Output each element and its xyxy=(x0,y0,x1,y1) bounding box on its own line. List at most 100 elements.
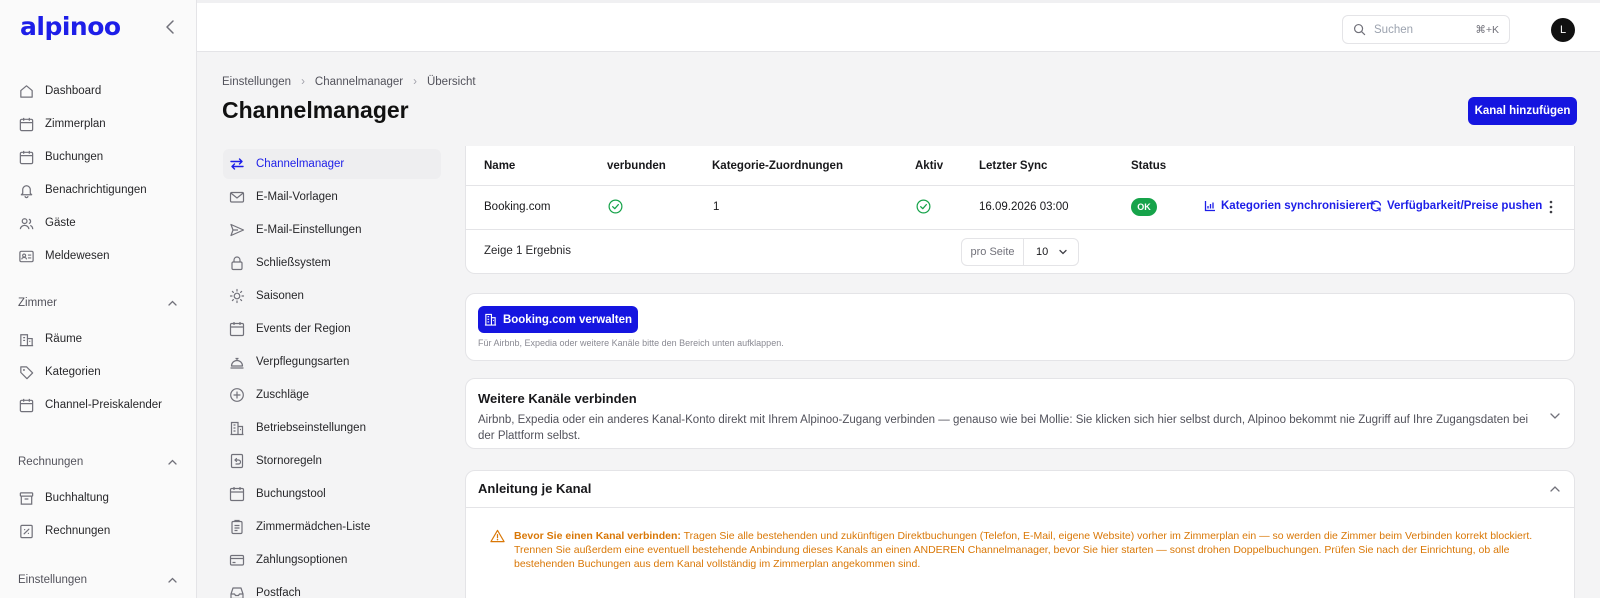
settings-nav-betriebseinstellungen[interactable]: Betriebseinstellungen xyxy=(223,413,441,443)
calendar-icon xyxy=(19,117,34,131)
chevron-up-icon xyxy=(168,577,177,583)
mail-icon xyxy=(229,191,245,203)
id-card-icon xyxy=(19,250,34,262)
settings-nav-buchungstool[interactable]: Buchungstool xyxy=(223,479,441,509)
per-page-select[interactable]: 10 xyxy=(1024,239,1078,265)
sidebar-item-gaeste[interactable]: Gäste xyxy=(18,210,76,236)
building-icon xyxy=(484,313,497,326)
per-page-control: pro Seite 10 xyxy=(961,238,1079,266)
settings-nav-stornoregeln[interactable]: Stornoregeln xyxy=(223,446,441,476)
column-header-status: Status xyxy=(1131,160,1167,172)
column-header-name: Name xyxy=(484,160,516,172)
result-count: Zeige 1 Ergebnis xyxy=(484,245,571,257)
page-title: Channelmanager xyxy=(222,97,409,123)
sync-categories-link[interactable]: Kategorien synchronisieren xyxy=(1204,200,1373,212)
brand-logo[interactable]: alpinoo xyxy=(20,12,121,41)
settings-nav-label: Verpflegungsarten xyxy=(256,356,350,368)
settings-nav-label: E-Mail-Vorlagen xyxy=(256,191,338,203)
settings-nav-label: Betriebseinstellungen xyxy=(256,422,366,434)
sidebar-item-label: Buchungen xyxy=(45,151,104,163)
calendar-icon xyxy=(19,150,34,164)
settings-nav-label: Events der Region xyxy=(256,323,351,335)
add-channel-button[interactable]: Kanal hinzufügen xyxy=(1468,97,1577,125)
section-title: Rechnungen xyxy=(18,456,84,468)
settings-nav-postfach[interactable]: Postfach xyxy=(223,578,441,598)
push-availability-label: Verfügbarkeit/Preise pushen xyxy=(1387,200,1543,212)
section-einstellungen[interactable]: Einstellungen xyxy=(18,574,178,586)
tag-icon xyxy=(20,365,34,379)
sidebar-item-label: Rechnungen xyxy=(45,525,111,537)
chevron-down-icon[interactable] xyxy=(1549,410,1561,422)
refresh-icon xyxy=(1370,200,1382,212)
plus-circle-icon xyxy=(230,388,244,402)
chevron-up-icon xyxy=(168,300,177,306)
settings-nav-zahlungsoptionen[interactable]: Zahlungsoptionen xyxy=(223,545,441,575)
more-channels-description: Airbnb, Expedia oder ein anderes Kanal-K… xyxy=(478,414,1529,442)
settings-nav-verpflegungsarten[interactable]: Verpflegungsarten xyxy=(223,347,441,377)
sidebar-item-benachrichtigungen[interactable]: Benachrichtigungen xyxy=(18,177,147,203)
section-rechnungen[interactable]: Rechnungen xyxy=(18,456,178,468)
chevron-up-icon[interactable] xyxy=(1549,483,1561,495)
sidebar-item-rechnungen[interactable]: Rechnungen xyxy=(18,518,110,544)
sidebar-item-meldewesen[interactable]: Meldewesen xyxy=(18,243,110,269)
settings-nav-label: Zimmermädchen-Liste xyxy=(256,521,371,533)
guide-divider xyxy=(466,507,1574,508)
collapse-sidebar-icon[interactable] xyxy=(162,18,178,36)
sidebar-item-kategorien[interactable]: Kategorien xyxy=(18,359,101,385)
header-divider xyxy=(466,185,1574,186)
sidebar-item-buchhaltung[interactable]: Buchhaltung xyxy=(18,485,109,511)
sync-categories-label: Kategorien synchronisieren xyxy=(1221,200,1374,212)
sidebar-item-label: Meldewesen xyxy=(45,250,110,262)
warning-icon xyxy=(490,529,505,543)
settings-nav-channelmanager[interactable]: Channelmanager xyxy=(223,149,441,179)
chevron-right-icon: › xyxy=(413,76,417,88)
column-header-aktiv: Aktiv xyxy=(915,160,944,172)
breadcrumb-item-channelmanager[interactable]: Channelmanager xyxy=(315,76,403,88)
search-icon xyxy=(1353,23,1366,36)
chevron-down-icon xyxy=(1059,249,1067,255)
settings-nav-zuschlaege[interactable]: Zuschläge xyxy=(223,380,441,410)
sidebar-item-raeume[interactable]: Räume xyxy=(18,326,82,352)
settings-nav-label: Zuschläge xyxy=(256,389,310,401)
sidebar-item-channel-preiskalender[interactable]: Channel-Preiskalender xyxy=(18,392,162,418)
settings-nav-zimmermaedchen-liste[interactable]: Zimmermädchen-Liste xyxy=(223,512,441,542)
settings-nav-email-einstellungen[interactable]: E-Mail-Einstellungen xyxy=(223,215,441,245)
settings-nav-saisonen[interactable]: Saisonen xyxy=(223,281,441,311)
send-icon xyxy=(230,223,245,237)
users-icon xyxy=(19,217,34,229)
more-channels-title: Weitere Kanäle verbinden xyxy=(478,391,637,406)
settings-nav-schliesssystem[interactable]: Schließsystem xyxy=(223,248,441,278)
sidebar-item-buchungen[interactable]: Buchungen xyxy=(18,144,103,170)
check-circle-icon xyxy=(916,199,931,214)
cell-zuordnungen: 1 xyxy=(713,201,720,213)
calendar-icon xyxy=(229,322,245,337)
settings-nav-label: E-Mail-Einstellungen xyxy=(256,224,362,236)
manage-booking-button[interactable]: Booking.com verwalten xyxy=(478,306,638,333)
sidebar-item-dashboard[interactable]: Dashboard xyxy=(18,78,101,104)
cell-name: Booking.com xyxy=(484,201,551,213)
undo-doc-icon xyxy=(230,453,244,469)
section-title: Zimmer xyxy=(18,297,57,309)
sidebar-item-zimmerplan[interactable]: Zimmerplan xyxy=(18,111,106,137)
settings-nav-events[interactable]: Events der Region xyxy=(223,314,441,344)
push-availability-link[interactable]: Verfügbarkeit/Preise pushen xyxy=(1370,200,1542,212)
status-badge: OK xyxy=(1131,198,1157,216)
guide-title: Anleitung je Kanal xyxy=(478,481,592,496)
settings-nav-label: Saisonen xyxy=(256,290,304,302)
invoice-icon xyxy=(20,524,33,538)
column-header-kategorie-zuordnungen: Kategorie-Zuordnungen xyxy=(712,160,843,172)
more-vertical-icon[interactable] xyxy=(1547,199,1555,215)
avatar[interactable]: L xyxy=(1551,18,1575,42)
search-input[interactable]: Suchen ⌘+K xyxy=(1342,15,1510,44)
per-page-label: pro Seite xyxy=(962,239,1024,265)
breadcrumb-item-einstellungen[interactable]: Einstellungen xyxy=(222,76,291,88)
sidebar-item-label: Kategorien xyxy=(45,366,101,378)
cell-last-sync: 16.09.2026 03:00 xyxy=(979,201,1069,213)
home-icon xyxy=(20,84,33,98)
section-zimmer[interactable]: Zimmer xyxy=(18,297,178,309)
booking-hint: Für Airbnb, Expedia oder weitere Kanäle … xyxy=(478,338,784,348)
sidebar-item-label: Channel-Preiskalender xyxy=(45,399,162,411)
settings-nav-label: Schließsystem xyxy=(256,257,331,269)
settings-nav-label: Buchungstool xyxy=(256,488,326,500)
settings-nav-email-vorlagen[interactable]: E-Mail-Vorlagen xyxy=(223,182,441,212)
